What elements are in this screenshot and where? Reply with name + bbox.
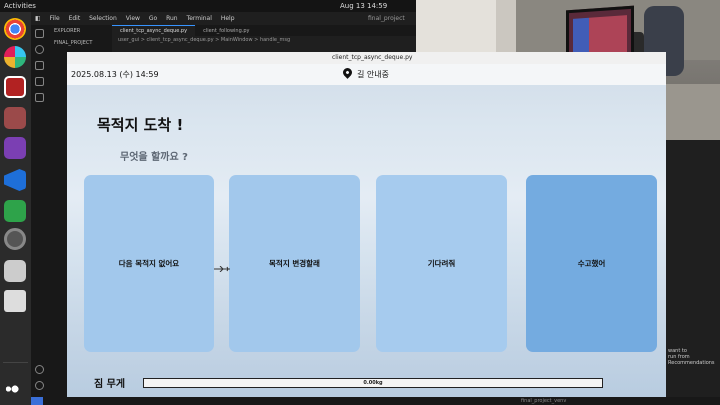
menu-run[interactable]: Run <box>166 15 178 22</box>
menu-edit[interactable]: Edit <box>69 15 81 22</box>
vscode-icon[interactable] <box>4 169 26 191</box>
menu-help[interactable]: Help <box>221 15 235 22</box>
vscode-menu-bar: ◧ File Edit Selection View Go Run Termin… <box>31 12 420 25</box>
guide-status: 길 안내중 <box>357 70 389 79</box>
files-icon[interactable] <box>4 107 26 129</box>
change-destination-button[interactable]: 목적지 변경할래 <box>229 175 360 352</box>
system-monitor-icon[interactable] <box>4 76 26 98</box>
accounts-icon[interactable] <box>35 365 44 374</box>
terminal-notification: want to run from Recommendations <box>668 348 715 366</box>
project-folder[interactable]: FINAL_PROJECT <box>48 37 112 49</box>
search-icon[interactable] <box>35 45 44 54</box>
editor-tabs: client_tcp_async_deque.py client_followin… <box>112 25 416 36</box>
github-desktop-icon[interactable] <box>4 137 26 159</box>
source-control-icon[interactable] <box>35 61 44 70</box>
robot-gui-window: client_tcp_async_deque.py 2025.08.13 (수)… <box>67 52 666 397</box>
breadcrumb[interactable]: user_gui > client_tcp_async_deque.py > M… <box>112 36 416 45</box>
settings-icon[interactable] <box>4 228 26 250</box>
date-time: 2025.08.13 (수) 14:59 <box>71 70 159 79</box>
location-pin-icon <box>341 66 354 79</box>
ubuntu-dock <box>0 12 31 405</box>
python-env-status[interactable]: final_project_venv <box>521 397 566 405</box>
dash-app-icon[interactable] <box>4 200 26 222</box>
arrival-title: 목적지 도착 ! <box>97 116 184 134</box>
menu-selection[interactable]: Selection <box>89 15 117 22</box>
menu-file[interactable]: File <box>50 15 60 22</box>
show-apps-icon[interactable] <box>4 378 26 400</box>
activities-button[interactable]: Activities <box>4 0 36 12</box>
vscode-activity-bar <box>31 25 48 397</box>
vscode-search-box[interactable]: final_project <box>368 12 405 25</box>
extensions-icon[interactable] <box>35 93 44 102</box>
wait-button[interactable]: 기다려줘 <box>376 175 507 352</box>
menu-view[interactable]: View <box>126 15 140 22</box>
slack-icon[interactable] <box>4 46 26 68</box>
tab-client-following[interactable]: client_following.py <box>195 26 257 36</box>
tab-client-tcp-async-deque[interactable]: client_tcp_async_deque.py <box>112 25 196 36</box>
explorer-icon[interactable] <box>35 29 44 38</box>
terminal-panel[interactable]: want to run from Recommendations <box>660 140 720 397</box>
no-next-destination-button[interactable]: 다음 목적지 없어요 <box>84 175 214 352</box>
app-header: 2025.08.13 (수) 14:59 길 안내중 <box>67 64 666 85</box>
luggage-weight-label: 짐 무게 <box>94 379 126 390</box>
drive-icon[interactable] <box>4 260 26 282</box>
airplane-icon <box>214 266 230 272</box>
vscode-status-bar: final_project_venv <box>31 397 720 405</box>
menu-go[interactable]: Go <box>149 15 157 22</box>
app-window-title: client_tcp_async_deque.py <box>332 54 413 61</box>
vscode-logo-icon: ◧ <box>35 15 41 22</box>
explorer-title: EXPLORER <box>54 28 81 34</box>
system-clock[interactable]: Aug 13 14:59 <box>340 0 387 12</box>
luggage-weight-bar: 0.00kg <box>143 378 603 388</box>
question-text: 무엇을 할까요 ? <box>120 152 188 163</box>
run-debug-icon[interactable] <box>35 77 44 86</box>
app-title-bar: client_tcp_async_deque.py <box>67 52 666 64</box>
thank-you-button[interactable]: 수고했어 <box>526 175 657 352</box>
remote-indicator-icon[interactable] <box>31 397 43 405</box>
trash-icon[interactable] <box>4 290 26 312</box>
manage-gear-icon[interactable] <box>35 381 44 390</box>
chrome-icon[interactable] <box>4 18 26 40</box>
menu-terminal[interactable]: Terminal <box>187 15 212 22</box>
